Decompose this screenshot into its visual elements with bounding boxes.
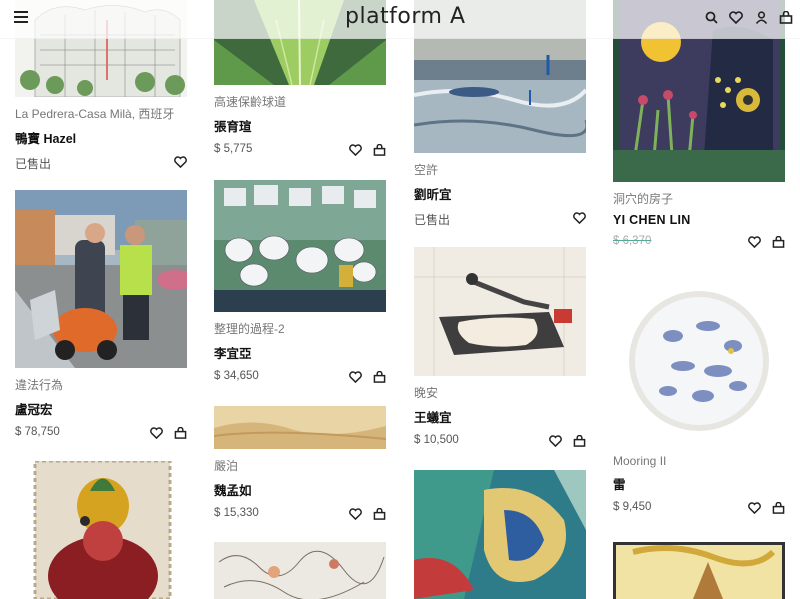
artwork-title[interactable]: 整理的過程-2 bbox=[214, 320, 386, 337]
artwork-card[interactable]: 嚴泊 魏孟如 $ 15,330 bbox=[214, 406, 386, 525]
heart-icon[interactable] bbox=[728, 9, 744, 25]
heart-icon[interactable] bbox=[348, 507, 362, 521]
artist-name[interactable]: 張育瑄 bbox=[214, 116, 386, 135]
artwork-price: $ 10,500 bbox=[414, 434, 459, 446]
bag-icon[interactable] bbox=[771, 501, 785, 515]
artwork-title[interactable]: La Pedrera-Casa Milà, 西班牙 bbox=[15, 105, 187, 122]
artwork-price: $ 5,775 bbox=[214, 143, 253, 155]
header-actions bbox=[703, 9, 794, 25]
bag-icon[interactable] bbox=[771, 235, 785, 249]
artwork-title[interactable]: 違法行為 bbox=[15, 376, 187, 393]
artwork-price: $ 15,330 bbox=[214, 507, 259, 519]
artwork-card[interactable] bbox=[214, 542, 386, 599]
artist-name[interactable]: 雷 bbox=[613, 474, 785, 493]
artwork-image[interactable] bbox=[214, 406, 386, 449]
search-icon[interactable] bbox=[703, 9, 719, 25]
heart-icon[interactable] bbox=[548, 434, 562, 448]
artwork-image[interactable] bbox=[15, 190, 187, 368]
artwork-price: $ 9,450 bbox=[613, 501, 652, 513]
artwork-title[interactable]: 嚴泊 bbox=[214, 457, 386, 474]
sold-status: 已售出 bbox=[414, 213, 451, 227]
artwork-card[interactable]: 整理的過程-2 李宜亞 $ 34,650 bbox=[214, 180, 386, 388]
brand-logo[interactable]: platform A bbox=[345, 4, 466, 29]
artist-name[interactable]: YI CHEN LIN bbox=[613, 213, 785, 227]
heart-icon[interactable] bbox=[572, 211, 586, 225]
bag-icon[interactable] bbox=[572, 434, 586, 448]
artwork-title[interactable]: 高速保齡球道 bbox=[214, 93, 386, 110]
bag-icon[interactable] bbox=[372, 143, 386, 157]
heart-icon[interactable] bbox=[149, 426, 163, 440]
artwork-title[interactable]: 洞穴的房子 bbox=[613, 190, 785, 207]
artist-name[interactable]: 鴨寶 Hazel bbox=[15, 128, 187, 147]
menu-icon[interactable] bbox=[14, 11, 28, 23]
artwork-image[interactable] bbox=[15, 461, 187, 599]
bag-icon[interactable] bbox=[372, 370, 386, 384]
artwork-card[interactable] bbox=[414, 470, 586, 599]
artwork-image[interactable] bbox=[414, 247, 586, 376]
bag-icon[interactable] bbox=[372, 507, 386, 521]
bag-icon[interactable] bbox=[173, 426, 187, 440]
artwork-price: $ 78,750 bbox=[15, 426, 60, 438]
artwork-card[interactable] bbox=[15, 461, 187, 599]
site-header: platform A bbox=[0, 0, 800, 39]
artist-name[interactable]: 魏孟如 bbox=[214, 480, 386, 499]
artwork-title[interactable]: 晚安 bbox=[414, 384, 586, 401]
artwork-price: $ 6,370 bbox=[613, 235, 652, 247]
heart-icon[interactable] bbox=[348, 370, 362, 384]
artist-name[interactable]: 李宜亞 bbox=[214, 343, 386, 362]
sold-status: 已售出 bbox=[15, 157, 52, 171]
bag-icon[interactable] bbox=[778, 9, 794, 25]
artist-name[interactable]: 劉昕宜 bbox=[414, 184, 586, 203]
artwork-image[interactable] bbox=[613, 542, 785, 599]
artist-name[interactable]: 王蟻宜 bbox=[414, 407, 586, 426]
heart-icon[interactable] bbox=[747, 501, 761, 515]
artwork-image[interactable] bbox=[613, 276, 785, 446]
artwork-card[interactable] bbox=[613, 542, 785, 599]
artwork-title[interactable]: Mooring II bbox=[613, 454, 785, 468]
user-icon[interactable] bbox=[753, 9, 769, 25]
artist-name[interactable]: 盧冠宏 bbox=[15, 399, 187, 418]
artwork-card[interactable]: Mooring II 雷 $ 9,450 bbox=[613, 276, 785, 519]
heart-icon[interactable] bbox=[173, 155, 187, 169]
artwork-card[interactable]: 晚安 王蟻宜 $ 10,500 bbox=[414, 247, 586, 452]
artwork-title[interactable]: 空許 bbox=[414, 161, 586, 178]
artwork-image[interactable] bbox=[414, 470, 586, 599]
artwork-price: $ 34,650 bbox=[214, 370, 259, 382]
heart-icon[interactable] bbox=[747, 235, 761, 249]
artwork-image[interactable] bbox=[214, 542, 386, 599]
artwork-image[interactable] bbox=[214, 180, 386, 312]
heart-icon[interactable] bbox=[348, 143, 362, 157]
artwork-card[interactable]: 違法行為 盧冠宏 $ 78,750 bbox=[15, 190, 187, 444]
